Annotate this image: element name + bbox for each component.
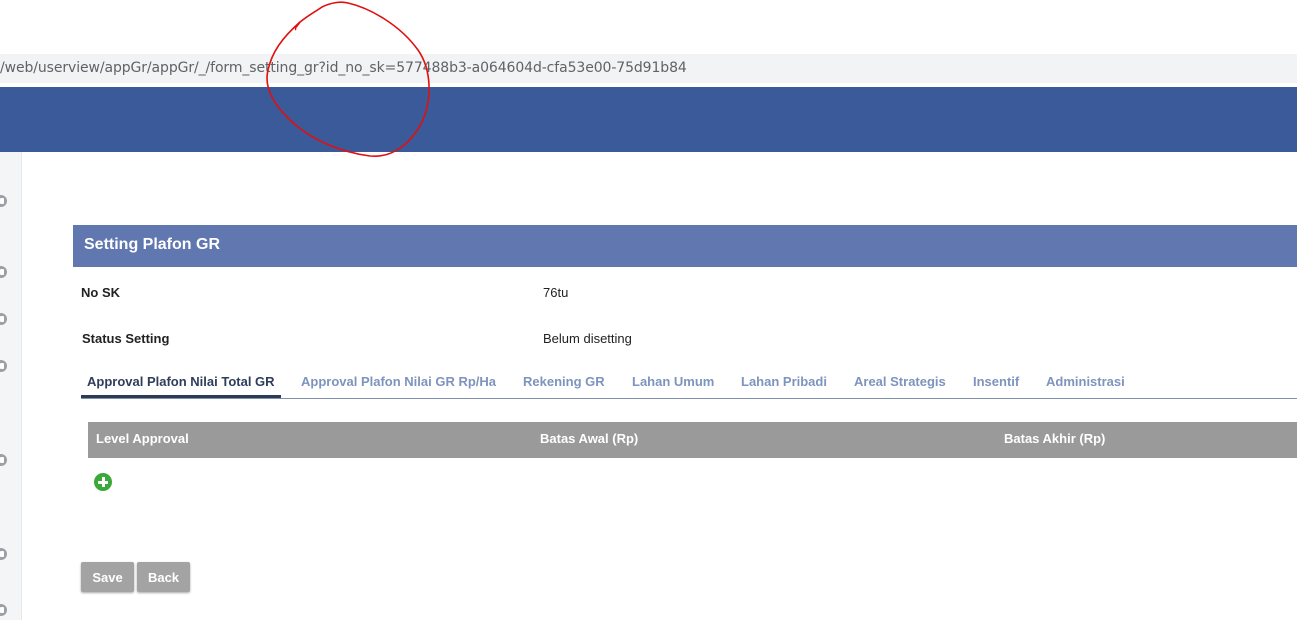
app-header	[0, 87, 1297, 152]
tab-lahan-pribadi[interactable]: Lahan Pribadi	[735, 372, 833, 398]
page: /web/userview/appGr/appGr/_/form_setting…	[0, 0, 1297, 620]
sidebar-expand-icon[interactable]	[0, 548, 7, 560]
sidebar-expand-icon[interactable]	[0, 604, 7, 616]
grid-header: Level Approval Batas Awal (Rp) Batas Akh…	[88, 422, 1297, 458]
no-sk-value: 76tu	[543, 285, 569, 300]
status-setting-label: Status Setting	[82, 331, 170, 346]
sidebar-expand-icon[interactable]	[0, 195, 7, 207]
sidebar	[0, 152, 22, 620]
save-button[interactable]: Save	[81, 562, 134, 592]
column-level-approval: Level Approval	[96, 431, 189, 446]
sidebar-expand-icon[interactable]	[0, 266, 7, 278]
tab-approval-plafon-rp-ha[interactable]: Approval Plafon Nilai GR Rp/Ha	[295, 372, 502, 398]
form-title: Setting Plafon GR	[84, 236, 220, 253]
back-button[interactable]: Back	[137, 562, 190, 592]
sidebar-expand-icon[interactable]	[0, 360, 7, 372]
tab-areal-strategis[interactable]: Areal Strategis	[848, 372, 952, 398]
tab-lahan-umum[interactable]: Lahan Umum	[626, 372, 720, 398]
tab-rekening-gr[interactable]: Rekening GR	[517, 372, 611, 398]
tab-bar: Approval Plafon Nilai Total GR Approval …	[81, 372, 1297, 399]
tab-approval-plafon-total[interactable]: Approval Plafon Nilai Total GR	[81, 372, 281, 398]
tab-insentif[interactable]: Insentif	[967, 372, 1025, 398]
column-batas-akhir: Batas Akhir (Rp)	[1004, 431, 1106, 446]
no-sk-label: No SK	[81, 285, 120, 300]
column-batas-awal: Batas Awal (Rp)	[540, 431, 639, 446]
sidebar-expand-icon[interactable]	[0, 454, 7, 466]
form-header: Setting Plafon GR	[73, 225, 1297, 267]
sidebar-expand-icon[interactable]	[0, 313, 7, 325]
tab-administrasi[interactable]: Administrasi	[1040, 372, 1131, 398]
url-text[interactable]: /web/userview/appGr/appGr/_/form_setting…	[0, 60, 687, 76]
status-setting-value: Belum disetting	[543, 331, 632, 346]
address-bar[interactable]: /web/userview/appGr/appGr/_/form_setting…	[0, 54, 1297, 83]
add-row-icon[interactable]	[94, 473, 112, 491]
